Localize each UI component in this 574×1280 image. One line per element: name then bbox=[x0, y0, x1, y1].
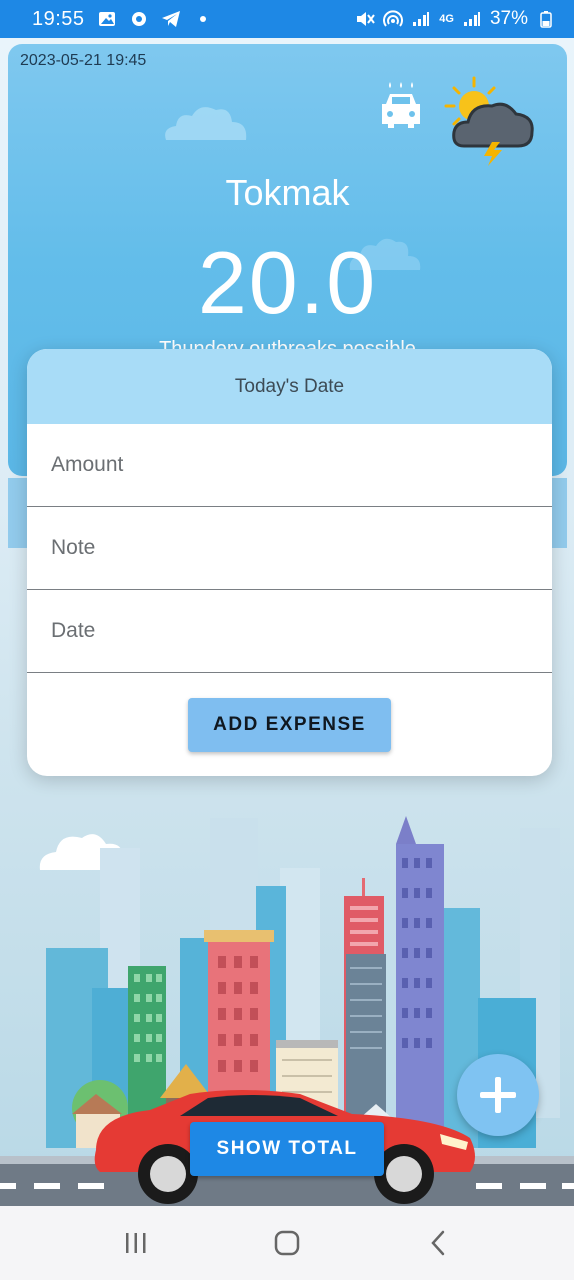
dialog-header: Today's Date bbox=[27, 349, 552, 424]
note-input[interactable] bbox=[51, 536, 552, 560]
mute-icon bbox=[355, 9, 376, 29]
note-field-row bbox=[27, 507, 552, 590]
telegram-icon bbox=[161, 9, 181, 29]
plus-icon bbox=[480, 1077, 516, 1113]
thunderstorm-icon bbox=[444, 76, 534, 166]
hotspot-icon bbox=[383, 9, 404, 29]
status-time: 19:55 bbox=[32, 7, 85, 30]
date-input[interactable] bbox=[51, 619, 552, 643]
add-fab-button[interactable] bbox=[457, 1054, 539, 1136]
show-total-button[interactable]: SHOW TOTAL bbox=[190, 1122, 384, 1176]
recents-button[interactable] bbox=[106, 1213, 166, 1273]
cloud-decoration bbox=[165, 107, 247, 140]
amount-input[interactable] bbox=[51, 453, 552, 477]
recents-icon bbox=[125, 1233, 146, 1253]
dialog-header-label[interactable]: Today's Date bbox=[235, 376, 344, 398]
home-button[interactable] bbox=[257, 1213, 317, 1273]
weather-timestamp: 2023-05-21 19:45 bbox=[20, 52, 147, 69]
battery-level: 37% bbox=[489, 8, 528, 29]
home-icon bbox=[274, 1230, 300, 1256]
battery-icon bbox=[536, 9, 556, 29]
gallery-icon bbox=[97, 9, 117, 29]
date-field-row bbox=[27, 590, 552, 673]
car-wash-icon bbox=[382, 82, 420, 128]
add-expense-dialog: Today's Date ADD EXPENSE bbox=[27, 349, 552, 776]
vpn-icon bbox=[129, 9, 149, 29]
add-expense-button[interactable]: ADD EXPENSE bbox=[188, 698, 391, 752]
signal-icon bbox=[462, 9, 482, 29]
amount-field-row bbox=[27, 424, 552, 507]
temperature: 20.0 bbox=[197, 233, 378, 332]
back-button[interactable] bbox=[408, 1213, 468, 1273]
dot-icon bbox=[193, 9, 213, 29]
network-type: 4G bbox=[439, 13, 454, 25]
signal-icon bbox=[411, 9, 431, 29]
status-bar: 19:55 4G 37% bbox=[0, 0, 574, 38]
system-navigation-bar bbox=[0, 1206, 574, 1280]
city-name: Tokmak bbox=[225, 172, 350, 213]
back-icon bbox=[431, 1230, 445, 1256]
